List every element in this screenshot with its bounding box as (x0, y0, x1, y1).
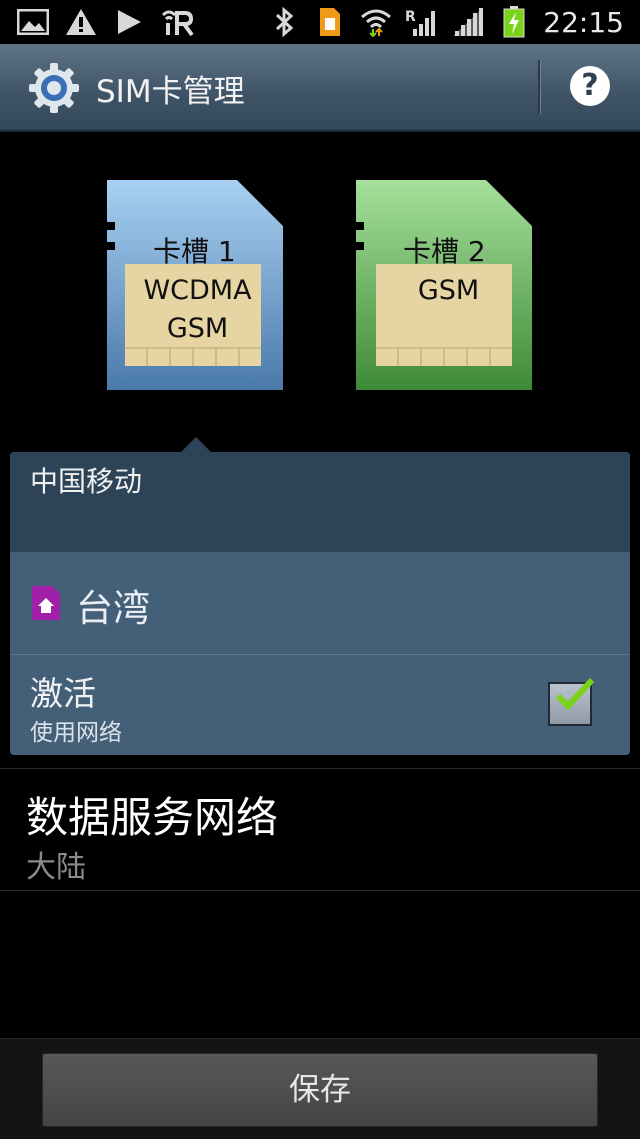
panel-header: 中国移动 (10, 452, 630, 552)
activate-subtitle: 使用网络 (30, 720, 122, 746)
sim-slot-1-label: 卡槽 1 (153, 235, 236, 268)
home-network-icon (30, 586, 60, 620)
clock: 22:15 (543, 5, 624, 39)
bottom-bar: 保存 (0, 1038, 640, 1139)
checkmark-icon (555, 677, 594, 711)
divider (0, 890, 640, 891)
carrier-name: 中国移动 (30, 465, 143, 498)
bluetooth-icon (267, 7, 301, 37)
settings-gear-icon[interactable] (28, 62, 80, 114)
activate-row[interactable]: 激活 使用网络 (10, 655, 630, 755)
signal-icon (451, 7, 485, 37)
sim-slot-1-type-2: GSM (166, 313, 229, 344)
activate-title: 激活 (30, 674, 96, 713)
data-service-title: 数据服务网络 (26, 793, 279, 842)
sim-slot-2-type-1: GSM (417, 275, 480, 306)
ar-icon (160, 7, 194, 37)
panel-pointer (180, 437, 212, 453)
help-button[interactable]: ? (570, 66, 610, 106)
page-title: SIM卡管理 (96, 74, 245, 110)
save-button[interactable]: 保存 (42, 1053, 598, 1127)
signal-roaming-icon: R (405, 7, 439, 37)
sim-slot-2[interactable]: 卡槽 2 GSM (356, 180, 532, 390)
sim-detail-panel: 中国移动 台湾 激活 使用网络 (10, 452, 630, 755)
help-icon: ? (581, 68, 599, 103)
activate-checkbox[interactable] (548, 677, 594, 726)
network-name-row[interactable]: 台湾 (10, 552, 630, 655)
sim-slot-1[interactable]: 卡槽 1 WCDMA GSM (107, 180, 283, 390)
sim-slot-1-type-1: WCDMA (143, 275, 252, 306)
battery-charging-icon (497, 6, 531, 38)
play-icon (112, 7, 146, 37)
divider (0, 768, 640, 769)
wifi-icon (359, 7, 393, 37)
network-name: 台湾 (76, 587, 150, 630)
action-bar-divider (538, 60, 541, 114)
data-service-value: 大陆 (26, 850, 86, 885)
warning-icon (64, 7, 98, 37)
action-bar: SIM卡管理 ? (0, 44, 640, 132)
sim-notify-icon (313, 7, 347, 37)
gallery-icon (16, 7, 50, 37)
status-bar: R 22:15 (0, 0, 640, 44)
roaming-label: R (405, 9, 416, 25)
sim-slot-2-label: 卡槽 2 (403, 235, 486, 268)
